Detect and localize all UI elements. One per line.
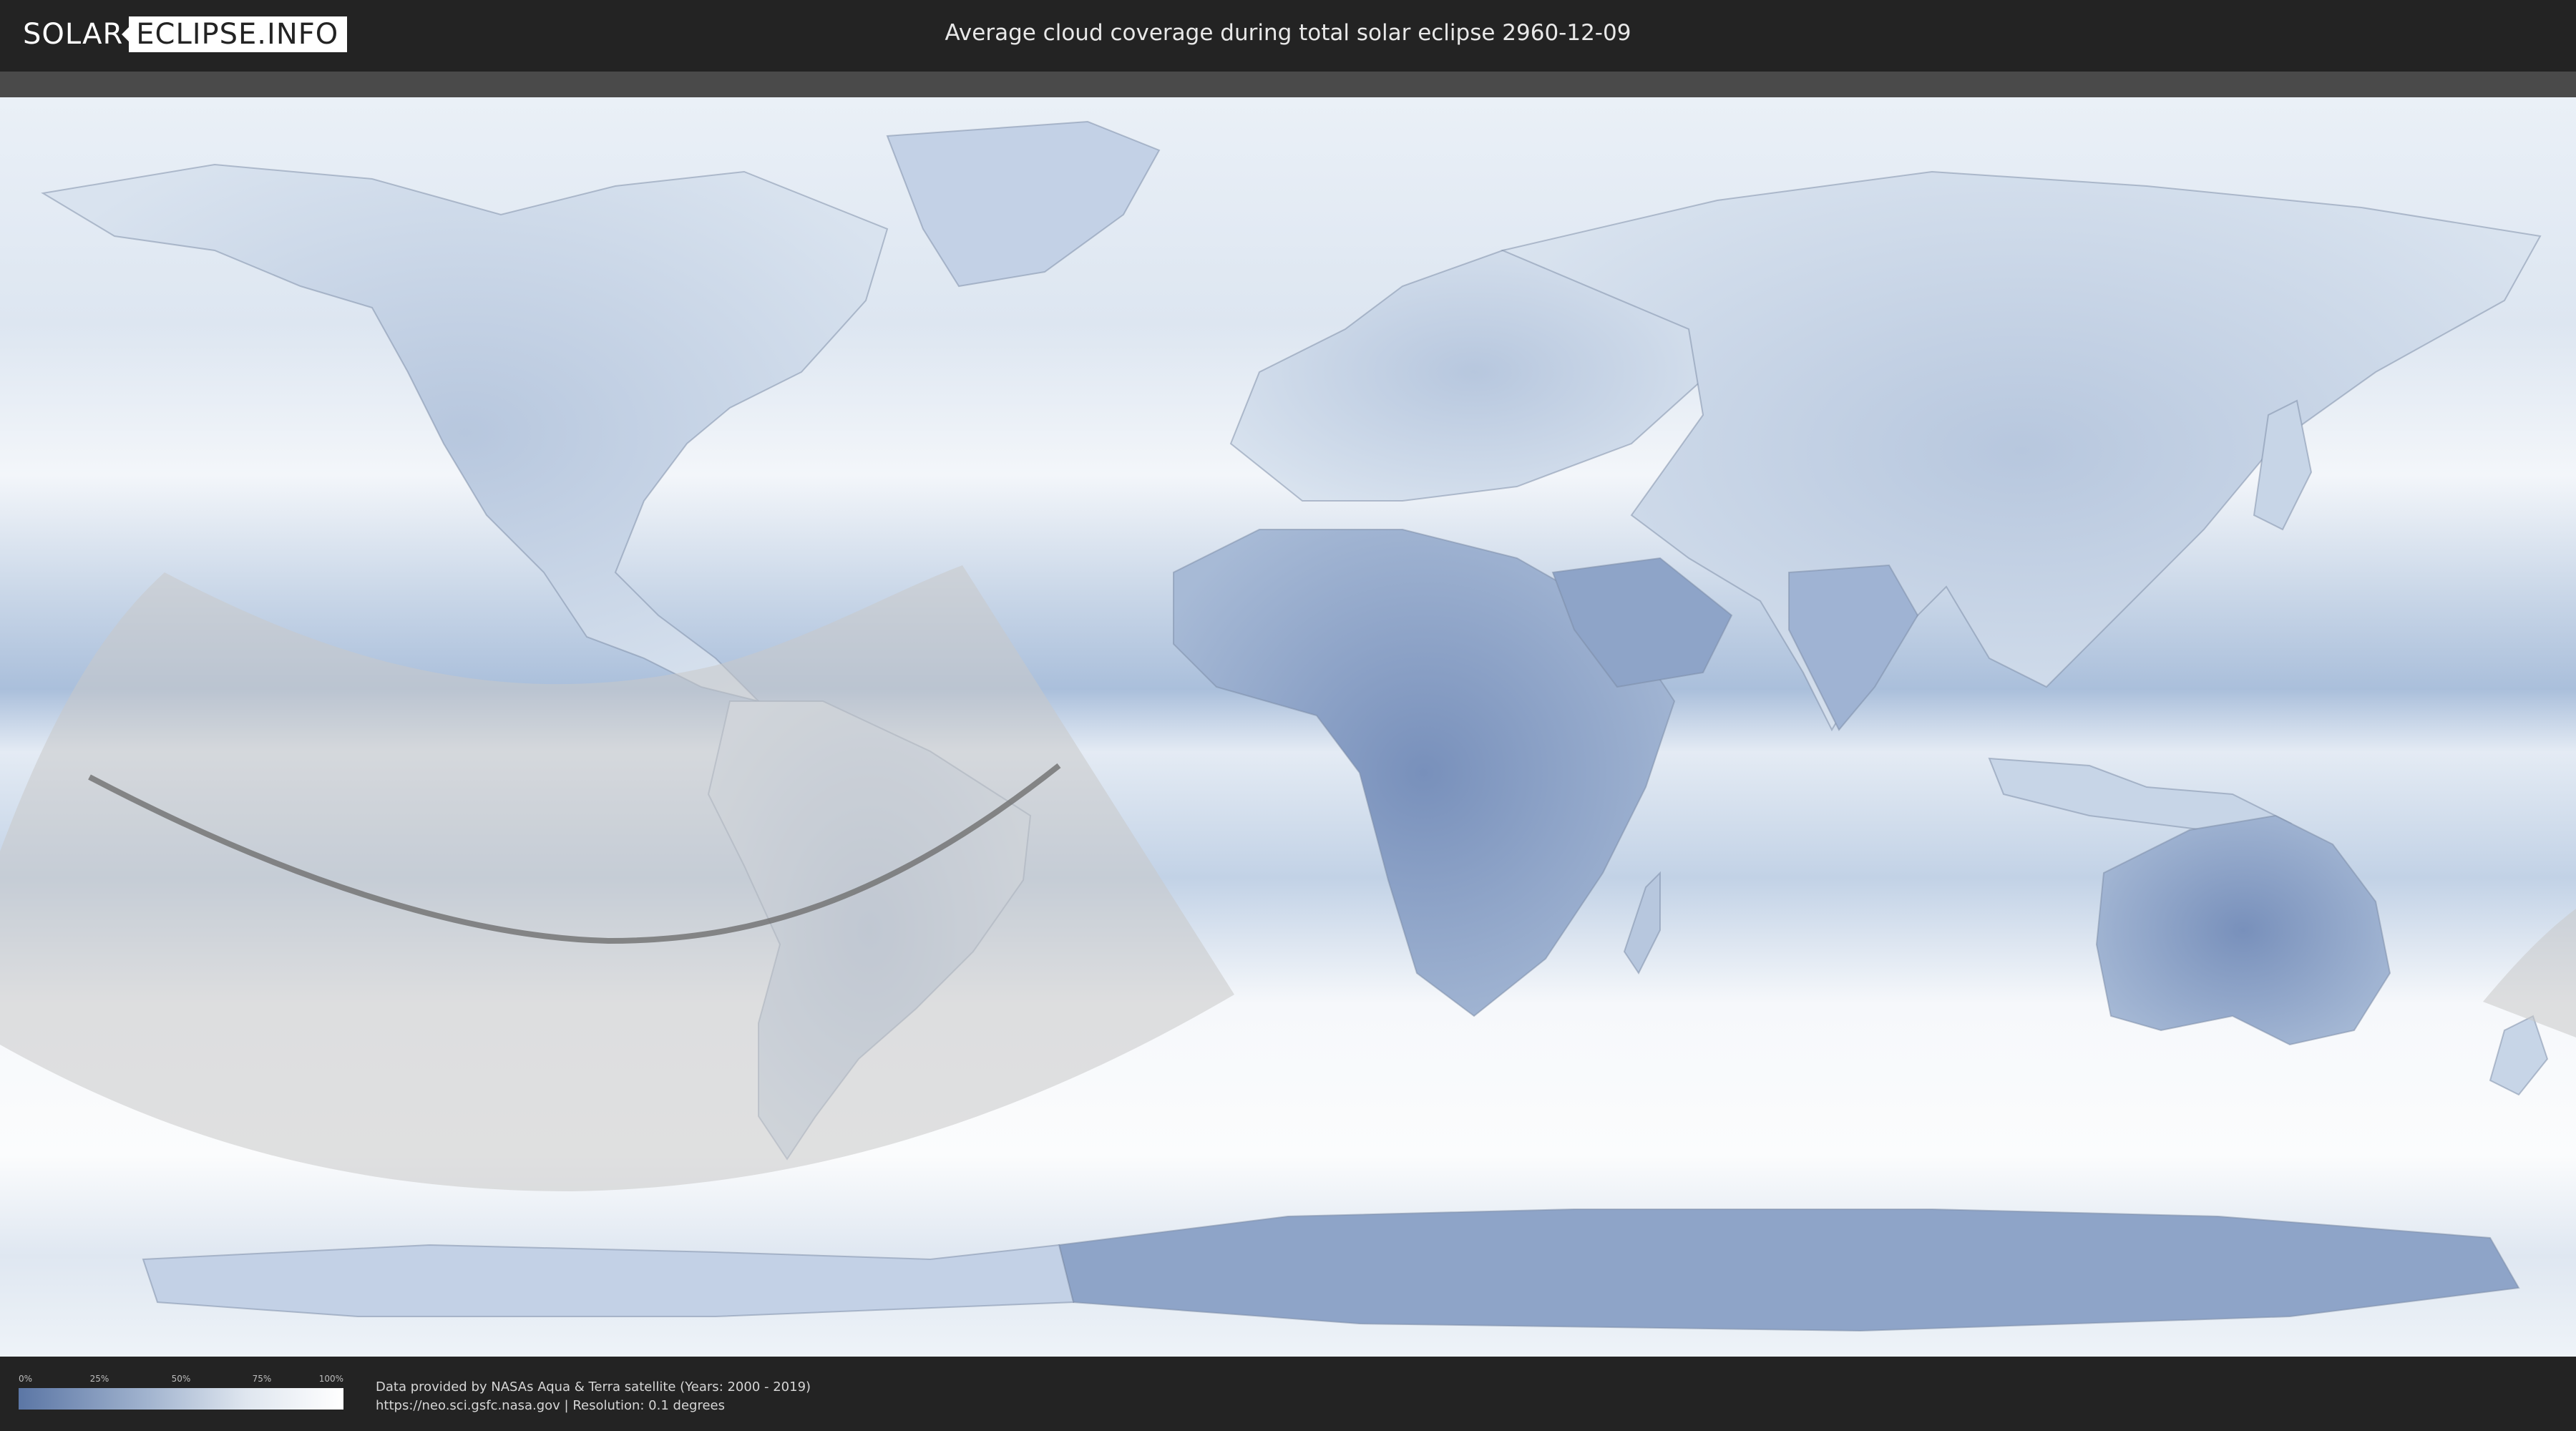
data-credit: Data provided by NASAs Aqua & Terra sate… bbox=[376, 1378, 811, 1415]
legend-tick-0: 0% bbox=[19, 1374, 33, 1384]
legend-tick-labels: 0% 25% 50% 75% 100% bbox=[19, 1374, 343, 1385]
credit-line-2: https://neo.sci.gsfc.nasa.gov | Resoluti… bbox=[376, 1398, 725, 1413]
map-area bbox=[0, 72, 2576, 1357]
map-top-edge bbox=[0, 72, 2576, 97]
antarctica-landmass bbox=[1058, 1208, 2520, 1332]
footer-bar: 0% 25% 50% 75% 100% Data provided by NAS… bbox=[0, 1357, 2576, 1431]
header-bar: SOLAR ECLIPSE.INFO Average cloud coverag… bbox=[0, 0, 2576, 72]
world-cloud-map[interactable] bbox=[0, 72, 2576, 1357]
legend-tick-100: 100% bbox=[318, 1374, 343, 1384]
credit-line-1: Data provided by NASAs Aqua & Terra sate… bbox=[376, 1379, 811, 1395]
legend-color-bar bbox=[19, 1388, 343, 1410]
legend-tick-75: 75% bbox=[252, 1374, 272, 1384]
cloud-coverage-legend: 0% 25% 50% 75% 100% bbox=[19, 1374, 343, 1410]
page-title: Average cloud coverage during total sola… bbox=[945, 20, 1631, 46]
legend-tick-50: 50% bbox=[171, 1374, 191, 1384]
legend-tick-25: 25% bbox=[89, 1374, 109, 1384]
